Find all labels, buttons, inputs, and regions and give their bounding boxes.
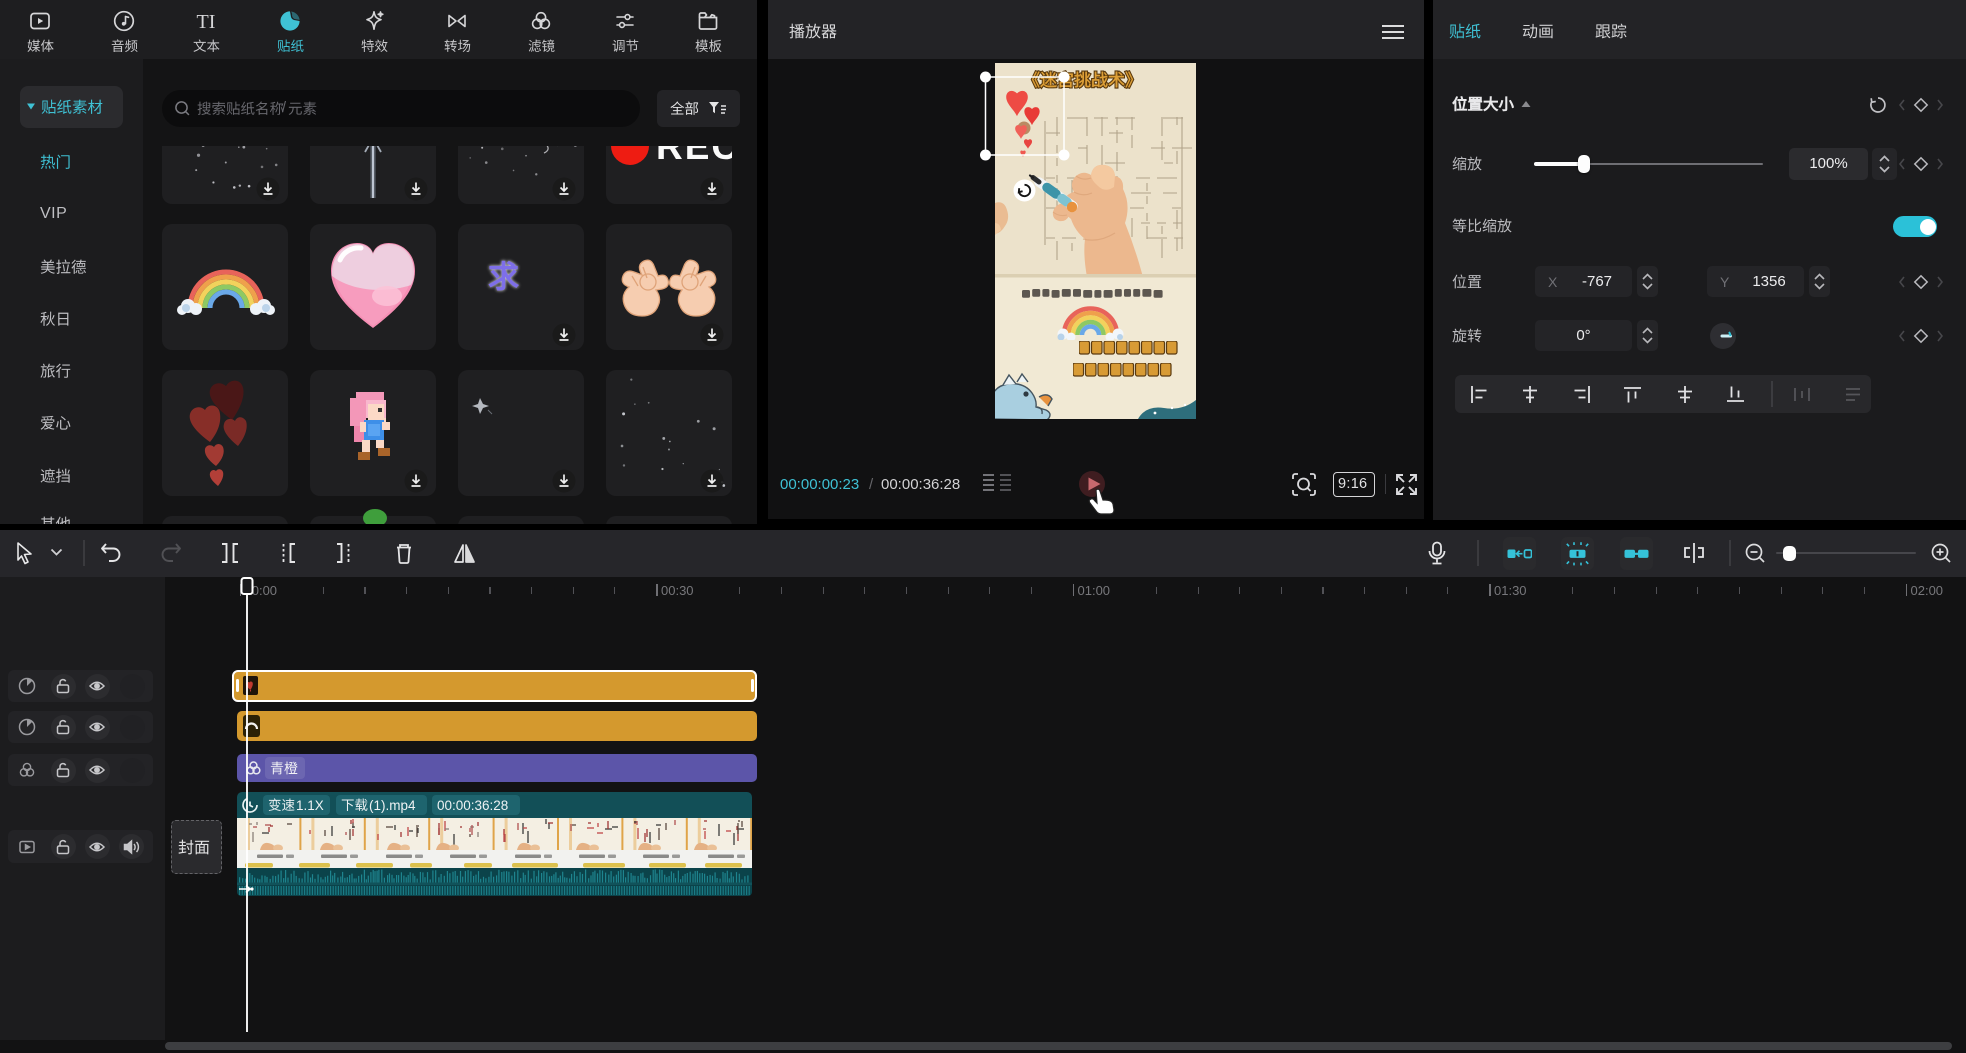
svg-text:TI: TI bbox=[197, 11, 216, 33]
svg-text:REC: REC bbox=[656, 146, 732, 167]
